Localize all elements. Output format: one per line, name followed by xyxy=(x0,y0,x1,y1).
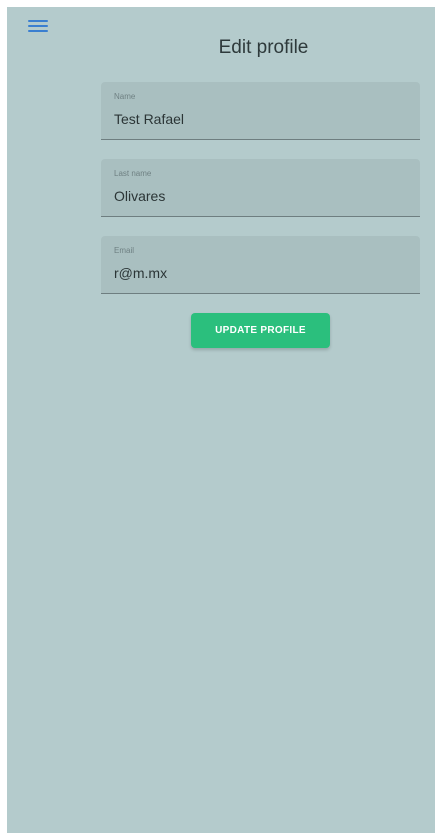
email-field-label: Email xyxy=(114,246,135,255)
last-name-field[interactable]: Last name Olivares xyxy=(101,159,420,217)
name-field-label: Name xyxy=(114,92,136,101)
last-name-field-label: Last name xyxy=(114,169,152,178)
page-title: Edit profile xyxy=(218,37,309,58)
email-field[interactable]: Email r@m.mx xyxy=(101,236,420,294)
app-screen: Edit profile Name Test Rafael Last name … xyxy=(7,7,435,833)
name-field[interactable]: Name Test Rafael xyxy=(101,82,420,140)
menu-line xyxy=(28,20,48,22)
email-field-value: r@m.mx xyxy=(114,265,168,281)
update-profile-button[interactable]: UPDATE PROFILE xyxy=(191,313,330,348)
name-field-value: Test Rafael xyxy=(114,111,185,127)
last-name-field-value: Olivares xyxy=(114,188,166,204)
menu-line xyxy=(28,30,48,32)
hamburger-menu-icon[interactable] xyxy=(25,15,53,39)
menu-line xyxy=(28,25,48,27)
